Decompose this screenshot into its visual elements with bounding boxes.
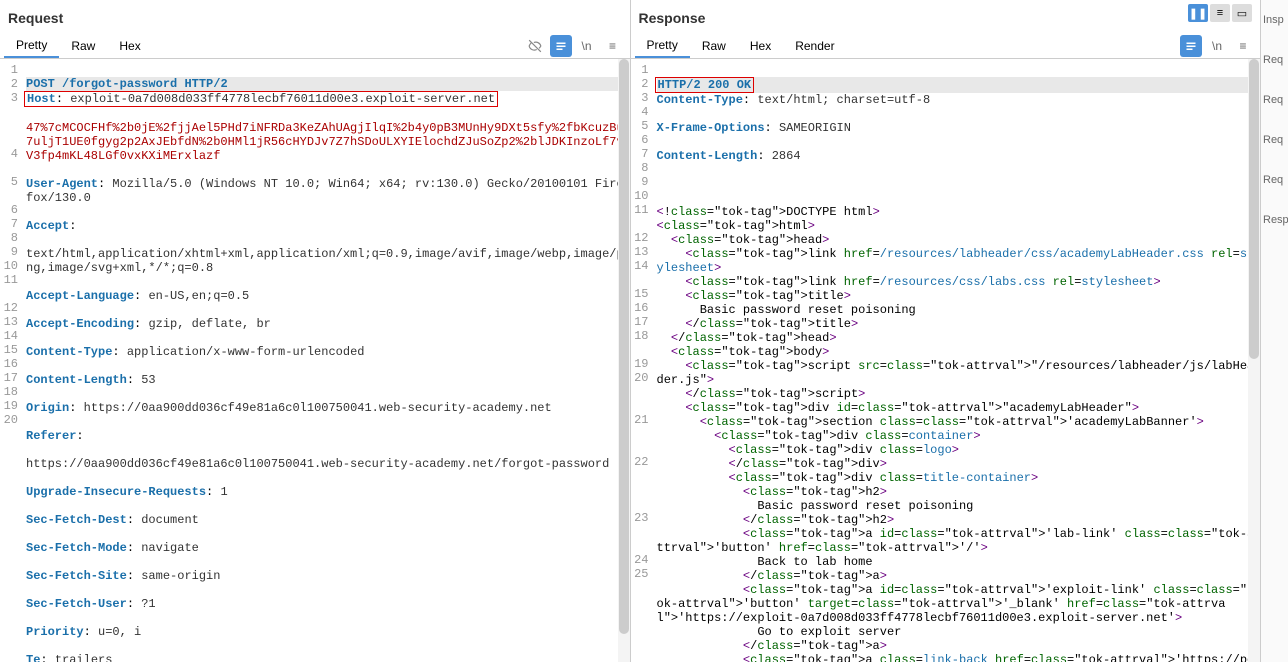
http-version: HTTP/2 bbox=[184, 77, 227, 91]
pause-icon[interactable]: ❚❚ bbox=[1188, 4, 1208, 22]
request-gutter: 1234567891011121314151617181920 bbox=[0, 59, 22, 662]
resp-tab[interactable]: Resp bbox=[1261, 210, 1288, 230]
req-tab-4[interactable]: Req bbox=[1261, 170, 1288, 190]
ua-value: Mozilla/5.0 (Windows NT 10.0; Win64; x64… bbox=[26, 177, 624, 205]
http-path: /forgot-password bbox=[62, 77, 177, 91]
host-highlight: Host: exploit-0a7d008d033ff4778lecbf7601… bbox=[24, 91, 498, 107]
tab-pretty-resp[interactable]: Pretty bbox=[635, 34, 690, 58]
response-html-body: <!class="tok-tag">DOCTYPE html><class="t… bbox=[657, 205, 1257, 662]
request-content[interactable]: POST /forgot-password HTTP/2 Host: explo… bbox=[22, 59, 630, 662]
equal-icon[interactable]: ≡ bbox=[1210, 4, 1230, 22]
request-panel: Request Pretty Raw Hex \n ≡ 123456789101… bbox=[0, 0, 631, 662]
cookie-value: 47%7cMCOCFHf%2b0jE%2fjjAel5PHd7iNFRDa3Ke… bbox=[26, 121, 626, 163]
request-tabs: Pretty Raw Hex \n ≡ bbox=[0, 34, 630, 59]
response-content[interactable]: HTTP/2 200 OK Content-Type: text/html; c… bbox=[653, 59, 1261, 662]
layout-icon[interactable]: ▭ bbox=[1232, 4, 1252, 22]
response-title: Response bbox=[631, 0, 1261, 34]
response-code[interactable]: 1234567891011121314151617181920212223242… bbox=[631, 59, 1261, 662]
host-value: exploit-0a7d008d033ff4778lecbf76011d00e3… bbox=[70, 92, 495, 106]
hide-icon[interactable] bbox=[524, 35, 546, 57]
response-gutter: 1234567891011121314151617181920212223242… bbox=[631, 59, 653, 662]
tab-render-resp[interactable]: Render bbox=[783, 35, 846, 57]
inspector-tab[interactable]: Insp bbox=[1261, 10, 1288, 30]
inspector-sidebar: Insp Req Req Req Req Resp bbox=[1260, 0, 1288, 662]
newline-icon[interactable]: \n bbox=[576, 35, 598, 57]
menu-icon[interactable]: ≡ bbox=[602, 35, 624, 57]
response-scrollbar[interactable] bbox=[1248, 59, 1260, 662]
tab-pretty[interactable]: Pretty bbox=[4, 34, 59, 58]
request-code[interactable]: 1234567891011121314151617181920 POST /fo… bbox=[0, 59, 630, 662]
response-tabs: Pretty Raw Hex Render \n ≡ bbox=[631, 34, 1261, 59]
menu-icon-resp[interactable]: ≡ bbox=[1232, 35, 1254, 57]
tab-raw-resp[interactable]: Raw bbox=[690, 35, 738, 57]
response-panel: ❚❚ ≡ ▭ Response Pretty Raw Hex Render \n… bbox=[631, 0, 1261, 662]
http-method: POST bbox=[26, 77, 55, 91]
response-top-controls: ❚❚ ≡ ▭ bbox=[1188, 4, 1252, 22]
request-scrollbar[interactable] bbox=[618, 59, 630, 662]
tab-raw[interactable]: Raw bbox=[59, 35, 107, 57]
request-title: Request bbox=[0, 0, 630, 34]
tab-hex[interactable]: Hex bbox=[107, 35, 152, 57]
req-tab-1[interactable]: Req bbox=[1261, 50, 1288, 70]
req-tab-2[interactable]: Req bbox=[1261, 90, 1288, 110]
action-icon-resp[interactable] bbox=[1180, 35, 1202, 57]
status-highlight: HTTP/2 200 OK bbox=[655, 77, 755, 93]
tab-hex-resp[interactable]: Hex bbox=[738, 35, 783, 57]
newline-icon-resp[interactable]: \n bbox=[1206, 35, 1228, 57]
req-tab-3[interactable]: Req bbox=[1261, 130, 1288, 150]
accept-value: text/html,application/xhtml+xml,applicat… bbox=[26, 247, 624, 275]
action-icon[interactable] bbox=[550, 35, 572, 57]
http-status: HTTP/2 200 OK bbox=[658, 78, 752, 92]
